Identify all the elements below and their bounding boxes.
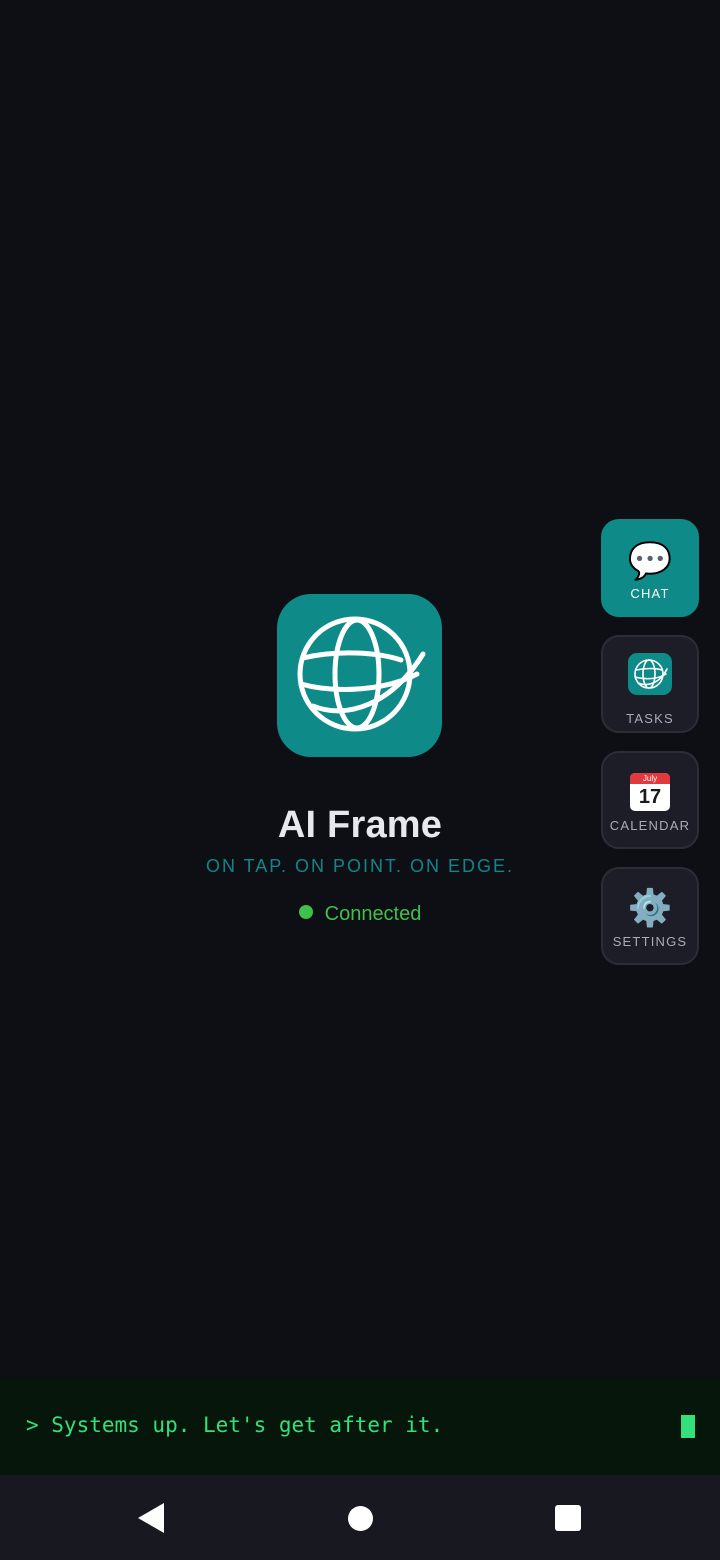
- back-triangle-icon[interactable]: [138, 1503, 164, 1538]
- status-label: Connected: [324, 903, 422, 925]
- home-circle-icon[interactable]: [348, 1506, 373, 1531]
- dock-button-calendar[interactable]: July 17 CALENDAR: [601, 751, 699, 849]
- globe-orbit-icon: [297, 616, 426, 732]
- system-nav-bar: [0, 1475, 720, 1560]
- dock-label-settings: SETTINGS: [612, 934, 688, 949]
- terminal-bar[interactable]: > Systems up. Let's get after it.: [0, 1378, 720, 1475]
- dock-label-calendar: CALENDAR: [609, 818, 691, 833]
- recents-square-icon[interactable]: [555, 1505, 581, 1531]
- calendar-icon: July 17: [630, 773, 670, 811]
- globe-orbit-icon: [628, 653, 672, 695]
- terminal-cursor: [681, 1415, 695, 1438]
- dock-button-tasks[interactable]: TASKS: [601, 635, 699, 733]
- calendar-day: 17: [638, 786, 662, 808]
- dock-label-chat: CHAT: [630, 586, 670, 601]
- app-logo: [277, 594, 442, 757]
- status-dot-icon: [298, 905, 313, 919]
- speech-bubble-icon: 💬: [627, 540, 673, 581]
- terminal-message: > Systems up. Let's get after it.: [26, 1413, 444, 1437]
- dock-button-settings[interactable]: ⚙️ SETTINGS: [601, 867, 699, 965]
- dock-label-tasks: TASKS: [626, 711, 674, 726]
- calendar-month: July: [630, 773, 670, 784]
- dock-button-chat[interactable]: 💬 CHAT: [601, 519, 699, 617]
- gear-icon: ⚙️: [627, 887, 673, 928]
- app-screen: AI Frame ON TAP. ON POINT. ON EDGE. Conn…: [0, 0, 720, 1560]
